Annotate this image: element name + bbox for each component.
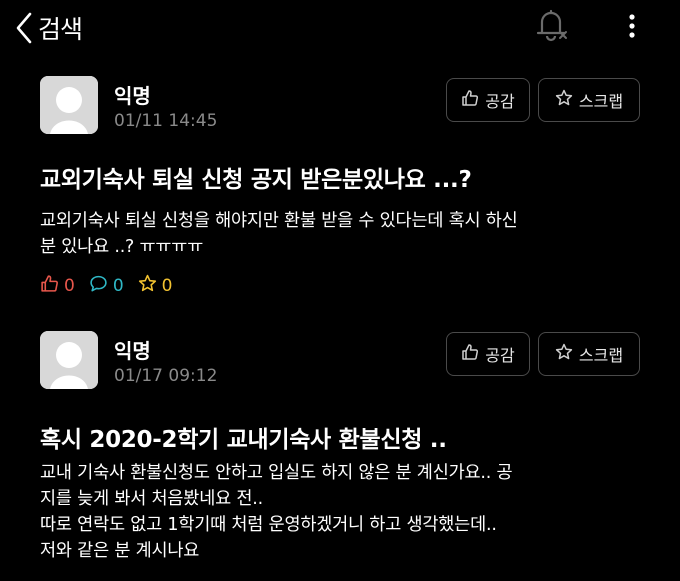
author-name: 익명 — [114, 339, 151, 363]
notification-off-button[interactable] — [534, 8, 572, 44]
like-button[interactable]: 공감 — [446, 332, 530, 376]
scrap-button[interactable]: 스크랩 — [538, 332, 640, 376]
thumbs-up-icon — [40, 274, 64, 298]
post-body-line: 분 있나요 ..? ㅠㅠㅠㅠ — [40, 237, 204, 257]
back-button[interactable]: 검색 — [14, 10, 83, 46]
post-body-line: 지를 늦게 봐서 처음봤네요 전.. — [40, 489, 263, 509]
comment-count-value: 0 — [112, 276, 124, 296]
post-body-line: 교내 기숙사 환불신청도 안하고 입실도 하지 않은 분 계신가요.. 공 — [40, 463, 513, 483]
post-body: 교외기숙사 퇴실 신청을 해야지만 환불 받을 수 있다는데 혹시 하신 분 있… — [40, 208, 640, 260]
bell-off-icon — [534, 9, 572, 48]
top-bar: 검색 — [0, 0, 680, 56]
star-icon — [555, 343, 579, 365]
like-button-label: 공감 — [485, 92, 515, 111]
post-title: 교외기숙사 퇴실 신청 공지 받은분있나요 ...? — [40, 167, 472, 193]
like-button-label: 공감 — [485, 346, 515, 365]
post-body-line: 따로 연락도 없고 1학기때 처럼 운영하겠거니 하고 생각했는데.. — [40, 515, 497, 535]
default-avatar-icon — [40, 331, 98, 389]
post-body-line: 저와 같은 분 계시나요 — [40, 541, 200, 561]
scrap-count: 0 — [138, 274, 173, 298]
post-body: 교내 기숙사 환불신청도 안하고 입실도 하지 않은 분 계신가요.. 공 지를… — [40, 460, 640, 564]
more-options-button[interactable] — [620, 8, 644, 44]
like-count: 0 — [40, 274, 75, 298]
scrap-button-label: 스크랩 — [578, 92, 624, 111]
back-label: 검색 — [38, 15, 83, 44]
chevron-left-icon — [14, 11, 34, 45]
avatar — [40, 76, 98, 134]
star-icon — [555, 89, 579, 111]
scrap-count-value: 0 — [161, 276, 173, 296]
post-body-line: 교외기숙사 퇴실 신청을 해야지만 환불 받을 수 있다는데 혹시 하신 — [40, 211, 518, 231]
default-avatar-icon — [40, 76, 98, 134]
comment-count: 0 — [89, 274, 124, 298]
comment-bubble-icon — [89, 274, 113, 298]
thumbs-up-icon — [461, 343, 485, 365]
post-stats: 0 0 0 — [40, 274, 186, 298]
post-time: 01/11 14:45 — [114, 111, 218, 131]
scrap-button[interactable]: 스크랩 — [538, 78, 640, 122]
author-name: 익명 — [114, 84, 151, 108]
avatar — [40, 331, 98, 389]
star-icon — [138, 274, 162, 298]
scrap-button-label: 스크랩 — [578, 346, 624, 365]
like-count-value: 0 — [64, 276, 75, 296]
post-title: 혹시 2020-2학기 교내기숙사 환불신청 .. — [40, 427, 447, 453]
post-time: 01/17 09:12 — [114, 366, 218, 386]
more-vertical-icon — [620, 14, 644, 48]
thumbs-up-icon — [461, 89, 485, 111]
like-button[interactable]: 공감 — [446, 78, 530, 122]
